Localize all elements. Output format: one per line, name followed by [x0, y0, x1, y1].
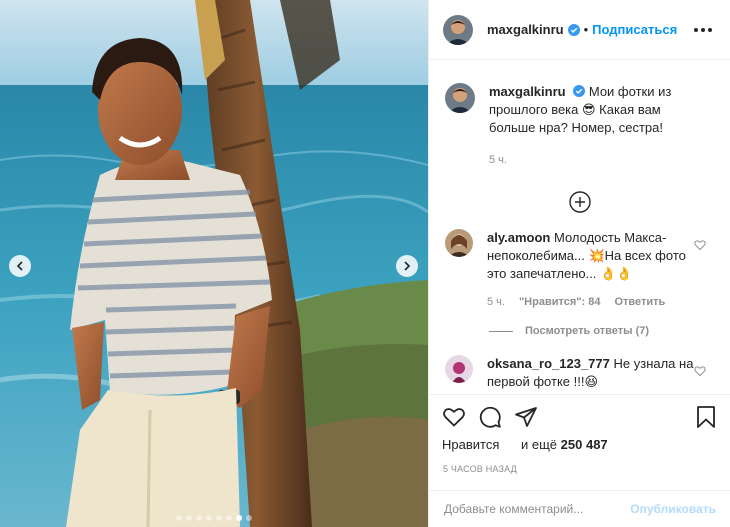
carousel-dot — [186, 515, 192, 521]
carousel-indicator — [0, 515, 428, 521]
heart-icon[interactable] — [442, 405, 466, 429]
post-comment-button[interactable]: Опубликовать — [630, 502, 716, 516]
carousel-dot — [226, 515, 232, 521]
likes-prefix: Нравится — [442, 437, 500, 452]
carousel-dot — [206, 515, 212, 521]
comment-username[interactable]: aly.amoon — [487, 230, 550, 245]
caption-username[interactable]: maxgalkinru — [489, 84, 566, 99]
carousel-dot — [236, 515, 242, 521]
post-header: maxgalkinru • Подписаться — [429, 0, 730, 60]
more-options-button[interactable] — [690, 24, 716, 36]
carousel-dot — [196, 515, 202, 521]
heart-icon[interactable] — [694, 365, 706, 377]
carousel-dot — [176, 515, 182, 521]
comment-item: aly.amoon Молодость Макса-непоколебима..… — [429, 229, 730, 311]
reply-button[interactable]: Ответить — [614, 293, 665, 311]
avatar[interactable] — [445, 83, 475, 113]
divider — [489, 330, 513, 332]
verified-badge-icon — [573, 85, 586, 97]
chevron-left-icon — [16, 261, 23, 271]
chevron-right-icon — [404, 261, 411, 271]
photo-image — [0, 0, 428, 527]
post-sidebar: maxgalkinru • Подписаться maxgalkinru Мо… — [428, 0, 730, 527]
load-more-comments[interactable] — [429, 169, 730, 229]
avatar[interactable] — [445, 355, 473, 383]
avatar[interactable] — [445, 229, 473, 257]
caption: maxgalkinru Мои фотки из прошлого века 😎… — [429, 61, 730, 169]
heart-icon[interactable] — [694, 239, 706, 251]
carousel-dot — [246, 515, 252, 521]
view-replies-label: Посмотреть ответы (7) — [525, 325, 650, 337]
post-photo[interactable] — [0, 0, 428, 527]
carousel-prev-button[interactable] — [9, 255, 31, 277]
plus-circle-icon[interactable] — [569, 191, 591, 213]
comments-list[interactable]: maxgalkinru Мои фотки из прошлого века 😎… — [429, 61, 730, 393]
share-icon[interactable] — [514, 405, 538, 429]
view-replies-button[interactable]: Посмотреть ответы (7) — [489, 325, 730, 337]
likes-mid: и ещё — [521, 437, 558, 452]
comment-time[interactable]: 5 ч. — [487, 293, 505, 311]
comment-item: oksana_ro_123_777 Не узнала на первой фо… — [429, 355, 730, 391]
comment-likes[interactable]: "Нравится": 84 — [519, 293, 600, 311]
post-timestamp[interactable]: 5 ЧАСОВ НАЗАД — [443, 464, 517, 474]
carousel-dot — [216, 515, 222, 521]
avatar[interactable] — [443, 14, 473, 45]
follow-button[interactable]: Подписаться — [592, 22, 677, 37]
carousel-next-button[interactable] — [396, 255, 418, 277]
header-username[interactable]: maxgalkinru — [487, 22, 564, 37]
add-comment-bar: Опубликовать — [429, 490, 730, 527]
comment-input[interactable] — [444, 502, 631, 516]
bookmark-icon[interactable] — [694, 405, 718, 429]
likes-count[interactable]: 250 487 — [561, 437, 608, 452]
caption-time[interactable]: 5 ч. — [489, 151, 507, 169]
more-icon — [694, 27, 698, 32]
likes-summary[interactable]: Нравится и ещё 250 487 — [442, 437, 718, 452]
comment-icon[interactable] — [478, 405, 502, 429]
verified-badge-icon — [567, 23, 580, 36]
header-separator: • — [583, 22, 589, 37]
comment-username[interactable]: oksana_ro_123_777 — [487, 356, 610, 371]
post-actions: Нравится и ещё 250 487 — [429, 394, 730, 454]
